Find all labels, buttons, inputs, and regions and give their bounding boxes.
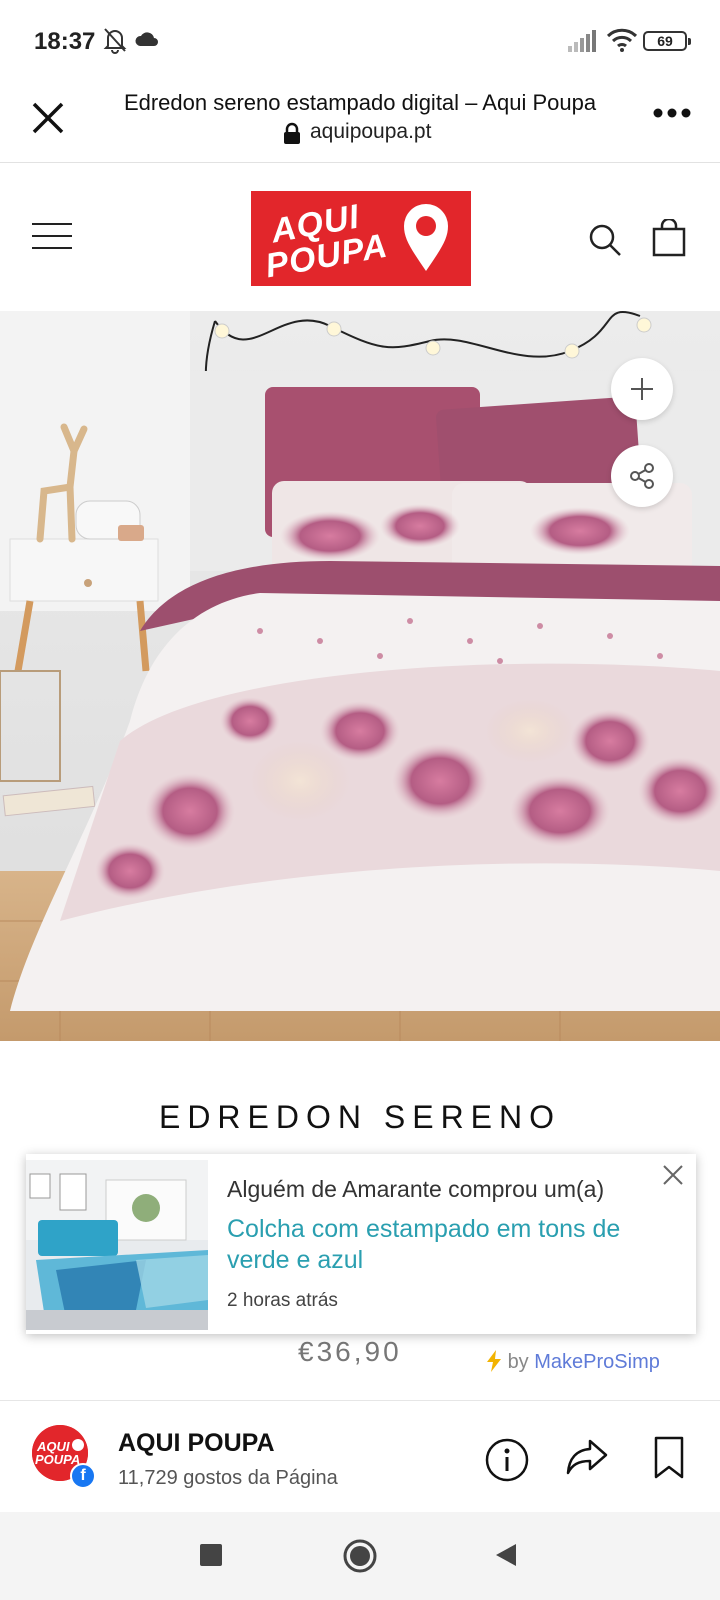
cloud-icon — [135, 32, 158, 46]
page-likes: 11,729 gostos da Página — [118, 1467, 338, 1489]
lock-icon — [284, 122, 300, 144]
facebook-page-bar: AQUI POUPA f AQUI POUPA 11,729 gostos da… — [0, 1400, 720, 1513]
attribution-by: by — [507, 1351, 529, 1373]
status-bar: 18:37 69 — [0, 0, 720, 86]
page-name[interactable]: AQUI POUPA — [118, 1429, 275, 1458]
site-header: AQUI POUPA — [0, 163, 720, 311]
product-price: €36,90 — [298, 1336, 402, 1367]
shopping-bag-icon[interactable] — [652, 219, 686, 257]
bell-off-icon — [103, 28, 127, 54]
recents-icon[interactable] — [200, 1544, 222, 1566]
popup-product-image[interactable] — [26, 1160, 208, 1330]
share-image-button[interactable] — [611, 445, 673, 507]
more-options-icon[interactable] — [652, 106, 692, 120]
plus-icon — [631, 378, 653, 400]
product-image[interactable] — [0, 311, 720, 1041]
share-icon[interactable] — [564, 1437, 610, 1477]
battery-level: 69 — [657, 33, 673, 49]
popup-product-link[interactable]: Colcha com estampado em tons de verde e … — [227, 1214, 677, 1276]
product-title: EDREDON SERENO — [158, 1099, 562, 1135]
share-nodes-icon — [630, 463, 654, 489]
hamburger-menu-icon[interactable] — [32, 221, 72, 251]
facebook-icon: f — [70, 1463, 96, 1489]
popup-time-ago: 2 horas atrás — [227, 1290, 338, 1311]
zoom-button[interactable] — [611, 358, 673, 420]
close-icon[interactable] — [26, 96, 70, 140]
lightning-icon — [487, 1350, 501, 1372]
status-time: 18:37 — [34, 28, 96, 55]
avatar-logo-line2: POUPA — [35, 1452, 80, 1467]
info-icon[interactable] — [484, 1437, 530, 1483]
wifi-icon — [606, 28, 638, 52]
page-title: Edredon sereno estampado digital – Aqui … — [123, 90, 597, 115]
battery-icon: 69 — [643, 31, 691, 51]
popup-buyer-text: Alguém de Amarante comprou um(a) — [227, 1176, 605, 1202]
browser-toolbar: Edredon sereno estampado digital – Aqui … — [0, 86, 720, 163]
bookmark-icon[interactable] — [652, 1435, 686, 1481]
search-icon[interactable] — [588, 223, 622, 257]
site-logo[interactable]: AQUI POUPA — [251, 191, 471, 286]
attribution-brand: MakeProSimp — [534, 1351, 660, 1373]
signal-icon — [568, 30, 596, 52]
system-nav-bar — [0, 1512, 720, 1600]
url-text[interactable]: aquipoupa.pt — [310, 120, 431, 144]
recent-purchase-popup[interactable]: Alguém de Amarante comprou um(a) Colcha … — [26, 1154, 696, 1334]
bed-photo — [0, 311, 720, 1041]
home-icon[interactable] — [342, 1538, 378, 1574]
back-icon[interactable] — [494, 1542, 518, 1568]
location-pin-icon — [404, 204, 448, 271]
attribution[interactable]: by MakeProSimp — [486, 1350, 660, 1374]
popup-close-icon[interactable] — [662, 1164, 684, 1186]
